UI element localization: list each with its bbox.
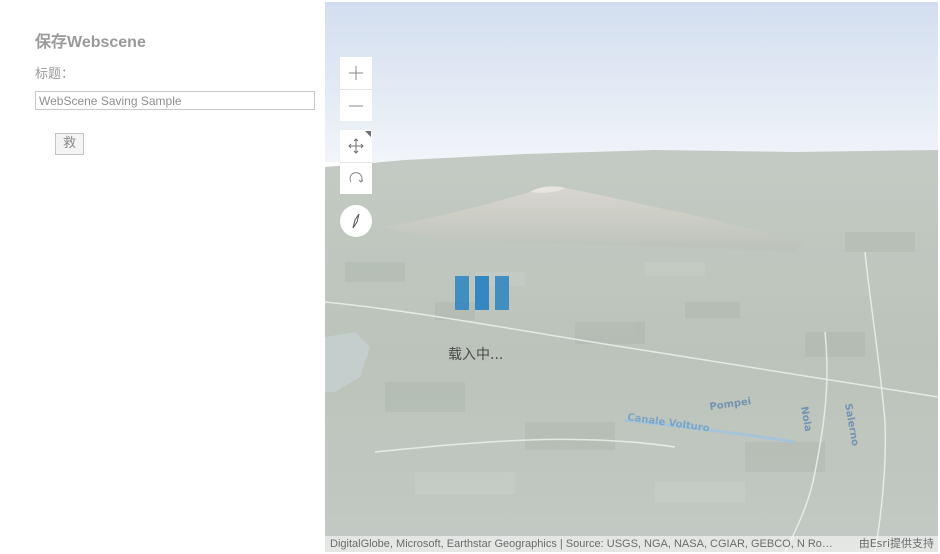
title-label: 标题： [35,66,75,81]
save-webscene-panel: 保存Webscene 标题： 救 [0,0,325,554]
powered-by-esri-link[interactable]: 由Esri提供支持 [859,536,934,552]
rotate-mode-button[interactable] [340,162,372,194]
minus-icon [349,105,363,106]
loader-bar [495,276,509,310]
zoom-out-button[interactable] [340,89,372,121]
compass-needle-icon [352,213,360,229]
expand-corner-icon [365,131,371,137]
attribution-bar: DigitalGlobe, Microsoft, Earthstar Geogr… [325,536,938,552]
zoom-in-button[interactable] [340,57,372,89]
save-button[interactable]: 救 [55,133,84,155]
loader-bar [475,276,489,310]
scene-view[interactable]: Pompei Nola Salerno Canale Volturo 载入中..… [325,2,938,552]
zoom-controls [340,57,372,121]
attribution-text[interactable]: DigitalGlobe, Microsoft, Earthstar Geogr… [330,536,835,552]
loading-text: 载入中... [448,347,504,363]
loader-bar [455,276,469,310]
plus-icon [349,66,363,80]
terrain-map[interactable]: Pompei Nola Salerno Canale Volturo [325,2,938,552]
loading-spinner [455,276,509,310]
rotate-icon [349,171,364,183]
navigation-toggle [340,130,372,194]
panel-title: 保存Webscene [35,34,146,51]
compass-button[interactable] [340,205,372,237]
title-input[interactable] [35,91,315,110]
pan-arrows-icon [348,138,364,154]
